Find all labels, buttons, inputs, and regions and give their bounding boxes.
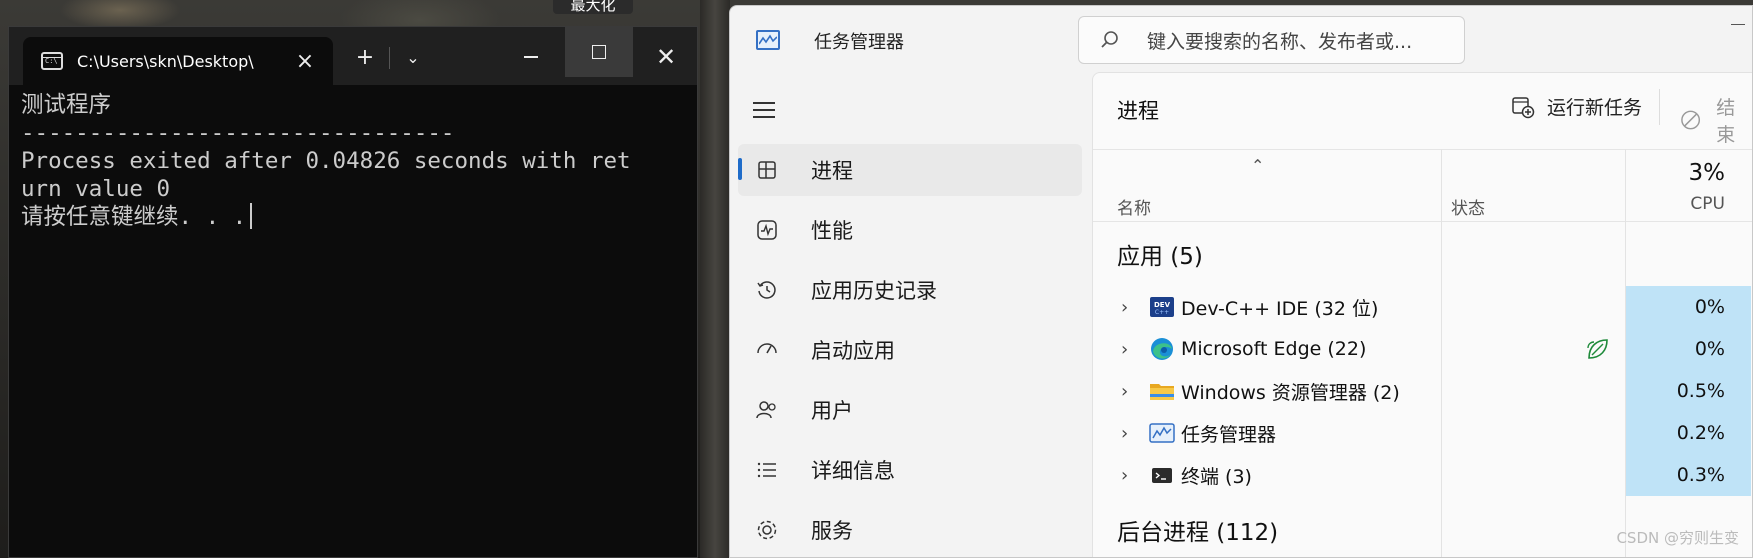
sidebar-item-label: 进程: [811, 159, 853, 183]
watermark: CSDN @穷则生变: [1616, 529, 1739, 547]
process-name: Microsoft Edge (22): [1181, 338, 1367, 360]
maximize-icon: [592, 45, 606, 59]
sidebar-item-app-history[interactable]: 应用历史记录: [738, 264, 1082, 316]
process-cpu: 0%: [1694, 296, 1725, 318]
sort-ascending-icon[interactable]: ⌃: [1251, 156, 1264, 175]
terminal-line: Process exited after 0.04826 seconds wit…: [21, 148, 631, 174]
page-title: 进程: [1117, 99, 1159, 123]
users-icon: [756, 401, 776, 419]
column-header-cpu[interactable]: CPU: [1690, 194, 1725, 214]
table-row[interactable]: › 终端 (3) 0.3%: [1093, 454, 1752, 496]
terminal-prompt-text: 请按任意键继续. . .: [21, 204, 247, 230]
divider: [389, 47, 390, 69]
chevron-right-icon[interactable]: ›: [1121, 465, 1128, 486]
services-icon: [757, 520, 777, 540]
minimize-button[interactable]: [497, 37, 565, 77]
console-icon: [41, 52, 63, 70]
process-cpu: 0%: [1694, 338, 1725, 360]
window-title: 任务管理器: [814, 32, 904, 53]
process-cpu: 0.2%: [1676, 422, 1725, 444]
process-name: Dev-C++ IDE (32 位): [1181, 297, 1379, 320]
sidebar-item-label: 详细信息: [811, 459, 895, 483]
terminal-icon: [1152, 468, 1172, 483]
search-placeholder: 键入要搜索的名称、发布者或...: [1147, 30, 1413, 53]
prohibited-icon: [1681, 110, 1701, 130]
sidebar-item-label: 用户: [811, 399, 853, 423]
end-task-button[interactable]: 结束: [1679, 93, 1752, 147]
terminal-line: urn value 0: [21, 176, 171, 202]
performance-icon: [757, 220, 777, 240]
chevron-right-icon[interactable]: ›: [1121, 339, 1128, 360]
sidebar-item-label: 服务: [811, 519, 853, 543]
process-name: Windows 资源管理器 (2): [1181, 381, 1400, 404]
terminal-window[interactable]: C:\Users\skn\Desktop\ × + ⌄ ✕ 测试程序------…: [8, 26, 698, 558]
table-row[interactable]: › DEV C++ Dev-C++ IDE (32 位) 0%: [1093, 286, 1752, 328]
taskmgr-icon: [1149, 423, 1175, 443]
terminal-output[interactable]: 测试程序 -------------------------------- Proc…: [9, 85, 697, 231]
text-cursor: [250, 203, 253, 229]
details-icon: [757, 462, 776, 478]
chevron-right-icon[interactable]: ›: [1121, 297, 1128, 318]
maximize-button[interactable]: [565, 27, 633, 77]
sidebar-item-processes[interactable]: 进程: [738, 144, 1082, 196]
run-new-task-label: 运行新任务: [1547, 97, 1643, 119]
run-new-task-button[interactable]: 运行新任务: [1511, 93, 1642, 120]
table-row[interactable]: › Windows 资源管理器 (2) 0.5%: [1093, 370, 1752, 412]
process-name: 终端 (3): [1181, 465, 1252, 488]
end-task-label: 结束: [1716, 97, 1736, 146]
sidebar-item-label: 应用历史记录: [811, 279, 937, 303]
task-manager-window[interactable]: 任务管理器 键入要搜索的名称、发布者或... 进程 性能 应用历史记录 启动应用…: [729, 5, 1753, 558]
table-header: ⌃ 名称 状态 3% CPU: [1093, 149, 1752, 222]
close-tab-icon[interactable]: ×: [287, 49, 323, 74]
terminal-line: 请按任意键继续. . .: [21, 203, 697, 231]
terminal-tab-title: C:\Users\skn\Desktop\: [77, 51, 254, 71]
terminal-line: --------------------------------: [21, 120, 455, 146]
hamburger-menu-icon[interactable]: [753, 102, 775, 118]
cpu-total-percent[interactable]: 3%: [1689, 160, 1726, 186]
chevron-down-icon[interactable]: ⌄: [393, 37, 433, 77]
toolbar-divider: [1659, 89, 1660, 125]
search-icon: [1101, 31, 1118, 48]
table-row[interactable]: › 任务管理器 0.2%: [1093, 412, 1752, 454]
minimize-icon: [524, 56, 538, 58]
new-task-icon: [1512, 96, 1535, 118]
svg-text:C++: C++: [1155, 309, 1169, 316]
svg-text:DEV: DEV: [1154, 301, 1171, 309]
new-tab-button[interactable]: +: [345, 37, 385, 77]
chevron-right-icon[interactable]: ›: [1121, 381, 1128, 402]
terminal-tab[interactable]: C:\Users\skn\Desktop\ ×: [23, 37, 333, 85]
group-header-background: 后台进程 (112): [1117, 520, 1279, 546]
column-header-status[interactable]: 状态: [1451, 194, 1485, 219]
processes-icon: [758, 161, 776, 179]
process-cpu: 0.3%: [1676, 464, 1725, 486]
column-header-name[interactable]: 名称: [1117, 194, 1151, 219]
group-header-apps: 应用 (5): [1117, 244, 1203, 270]
sidebar-item-users[interactable]: 用户: [738, 384, 1082, 436]
processes-panel: 进程 运行新任务 结束 ⌃ 名称 状态 3% CPU 应用 (5) › DEV C…: [1092, 72, 1752, 557]
sidebar-item-performance[interactable]: 性能: [738, 204, 1082, 256]
sidebar-item-label: 启动应用: [811, 339, 895, 363]
history-icon: [757, 281, 776, 299]
sidebar-item-startup[interactable]: 启动应用: [738, 324, 1082, 376]
sidebar-item-label: 性能: [811, 219, 853, 243]
process-cpu: 0.5%: [1676, 380, 1725, 402]
sidebar-item-services[interactable]: 服务: [738, 504, 1082, 556]
terminal-titlebar[interactable]: C:\Users\skn\Desktop\ × + ⌄ ✕: [9, 27, 697, 85]
sidebar-item-details[interactable]: 详细信息: [738, 444, 1082, 496]
close-icon: ✕: [655, 43, 677, 71]
devcpp-icon: DEVC++: [1150, 297, 1174, 317]
terminal-line: 测试程序: [21, 92, 112, 118]
process-name: 任务管理器: [1181, 423, 1277, 446]
close-window-button[interactable]: ✕: [633, 37, 699, 77]
search-box[interactable]: 键入要搜索的名称、发布者或...: [1078, 16, 1465, 64]
chevron-right-icon[interactable]: ›: [1121, 423, 1128, 444]
task-manager-app-icon: [756, 30, 780, 50]
startup-icon: [757, 343, 777, 354]
efficiency-mode-leaf-icon: [1587, 339, 1608, 359]
table-row[interactable]: › Microsoft Edge (22) 0%: [1093, 328, 1752, 370]
minimize-icon[interactable]: [1731, 24, 1745, 25]
edge-icon: [1151, 338, 1173, 360]
maximize-tooltip: 最大化: [553, 0, 633, 14]
folder-icon: [1150, 384, 1174, 400]
